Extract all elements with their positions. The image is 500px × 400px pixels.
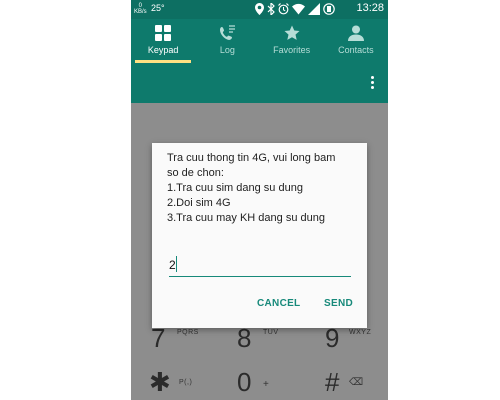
tab-contacts-label: Contacts [338,45,374,55]
tab-bar: Keypad Log Favorites Contacts [131,19,388,63]
network-speed-unit: KB/s [134,9,147,15]
location-icon [255,3,264,15]
reply-input[interactable]: 2 [169,250,351,277]
bluetooth-icon [267,3,275,15]
battery-icon [323,3,335,15]
key-digit: ✱ [149,367,171,397]
key-star[interactable]: ✱ P(,) [131,365,216,400]
clock: 13:28 [356,2,384,14]
keypad-icon [155,25,172,46]
status-bar: 0 KB/s 25° 13:28 [131,0,388,19]
key-digit: # [325,367,340,397]
send-button[interactable]: SEND [324,298,353,309]
key-0[interactable]: 0 + [217,365,302,400]
app-bar: Keypad Log Favorites Contacts [131,19,388,103]
person-icon [347,25,364,46]
key-letters: WXYZ [349,329,372,336]
keypad-row: ✱ P(,) 0 + # ⌫ [131,365,388,400]
text-cursor [176,256,177,272]
network-speed: 0 KB/s [134,3,147,15]
key-letters: + [263,379,270,390]
wifi-icon [292,3,305,15]
status-icons [255,3,335,15]
more-options-icon[interactable] [368,76,376,92]
alarm-icon [278,3,289,15]
key-letters: PQRS [177,329,199,336]
active-tab-indicator [135,60,191,63]
reply-input-value: 2 [169,258,176,272]
cancel-button[interactable]: CANCEL [257,298,300,309]
key-hash[interactable]: # ⌫ [303,365,388,400]
tab-keypad[interactable]: Keypad [131,19,195,63]
tab-keypad-label: Keypad [147,45,179,55]
tab-log[interactable]: Log [195,19,259,63]
tab-favorites-label: Favorites [273,45,311,55]
message-line: 3.Tra cuu may KH dang su dung [167,212,325,224]
key-letters: TUV [263,329,279,336]
signal-icon [308,3,320,15]
message-line: 2.Doi sim 4G [167,197,231,209]
message-line: Tra cuu thong tin 4G, vui long bam [167,152,336,164]
key-letters: P(,) [179,379,193,386]
message-line: 1.Tra cuu sim dang su dung [167,182,303,194]
tab-log-label: Log [219,45,235,55]
ussd-dialog: Tra cuu thong tin 4G, vui long bam so de… [152,143,367,328]
key-letters: ⌫ [349,377,364,388]
message-line: so de chon: [167,167,224,179]
tab-favorites[interactable]: Favorites [260,19,324,63]
call-log-icon [219,25,236,46]
temperature-label: 25° [151,3,165,13]
star-icon [284,25,300,46]
key-digit: 0 [237,367,252,397]
dialog-message: Tra cuu thong tin 4G, vui long bam so de… [167,151,362,226]
tab-contacts[interactable]: Contacts [324,19,388,63]
